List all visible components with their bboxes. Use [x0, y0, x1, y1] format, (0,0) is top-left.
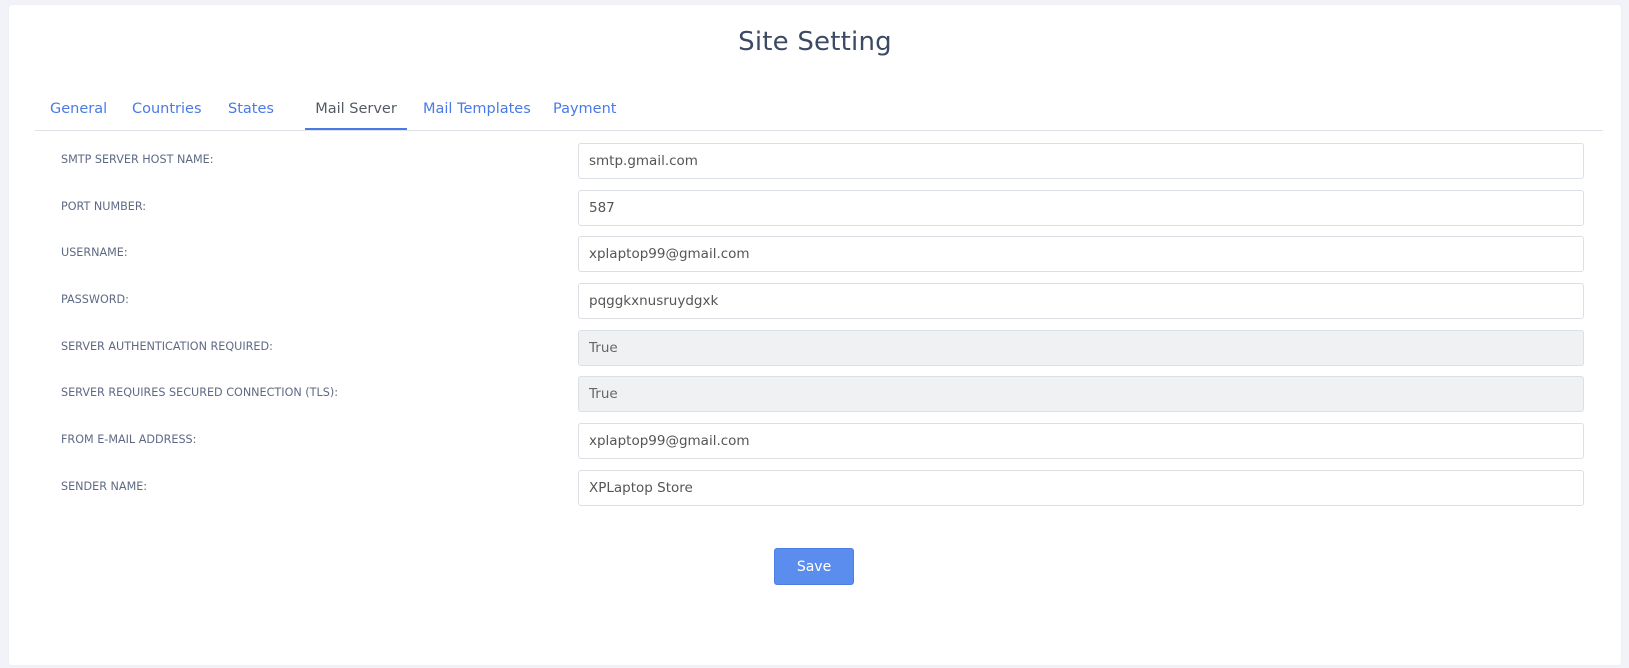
password-label: PASSWORD: [61, 293, 129, 306]
smtp-host-row: SMTP SERVER HOST NAME: [35, 143, 1603, 181]
tls-label: SERVER REQUIRES SECURED CONNECTION (TLS)… [61, 386, 338, 399]
server-auth-row: SERVER AUTHENTICATION REQUIRED: [35, 330, 1603, 368]
sender-name-row: SENDER NAME: [35, 470, 1603, 508]
password-input[interactable] [578, 283, 1584, 319]
tab-states[interactable]: States [228, 92, 274, 128]
page-title: Site Setting [738, 27, 892, 57]
tab-mail-server[interactable]: Mail Server [305, 92, 407, 130]
port-number-input[interactable] [578, 190, 1584, 226]
smtp-host-label: SMTP SERVER HOST NAME: [61, 153, 214, 166]
tls-row: SERVER REQUIRES SECURED CONNECTION (TLS)… [35, 376, 1603, 414]
tab-payment[interactable]: Payment [553, 92, 616, 128]
tab-mail-templates[interactable]: Mail Templates [423, 92, 531, 128]
server-auth-label: SERVER AUTHENTICATION REQUIRED: [61, 340, 273, 353]
from-email-input[interactable] [578, 423, 1584, 459]
from-email-label: FROM E-MAIL ADDRESS: [61, 433, 197, 446]
tls-input [578, 376, 1584, 412]
smtp-host-input[interactable] [578, 143, 1584, 179]
tab-countries[interactable]: Countries [132, 92, 202, 128]
port-number-row: PORT NUMBER: [35, 190, 1603, 228]
save-button[interactable]: Save [774, 548, 854, 585]
username-label: USERNAME: [61, 246, 128, 259]
sender-name-input[interactable] [578, 470, 1584, 506]
tab-general[interactable]: General [50, 92, 107, 128]
server-auth-input [578, 330, 1584, 366]
sender-name-label: SENDER NAME: [61, 480, 148, 493]
settings-card: Site Setting General Countries States Ma… [9, 5, 1621, 665]
from-email-row: FROM E-MAIL ADDRESS: [35, 423, 1603, 461]
username-input[interactable] [578, 236, 1584, 272]
settings-tabs: General Countries States Mail Server Mai… [35, 92, 1603, 131]
username-row: USERNAME: [35, 236, 1603, 274]
password-row: PASSWORD: [35, 283, 1603, 321]
port-number-label: PORT NUMBER: [61, 200, 147, 213]
